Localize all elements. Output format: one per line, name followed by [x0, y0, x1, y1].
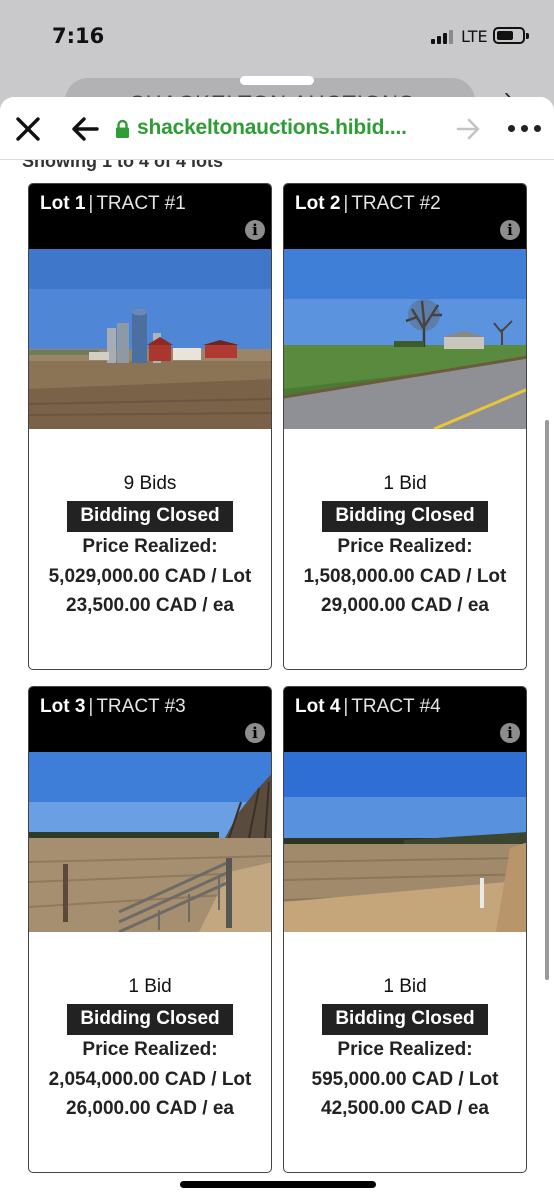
- browser-toolbar: shackeltonauctions.hibid....: [0, 97, 554, 160]
- page-content: Showing 1 to 4 of 4 lots Lot 1 | TRACT #1 …: [0, 160, 554, 1200]
- lot-tract: TRACT #4: [351, 696, 441, 717]
- lock-icon: [116, 119, 129, 138]
- lot-number: Lot 4: [295, 696, 341, 717]
- home-indicator[interactable]: [180, 1181, 376, 1188]
- bid-count[interactable]: 1 Bid: [284, 976, 526, 998]
- lot-tract: TRACT #1: [96, 193, 186, 214]
- status-badge: Bidding Closed: [322, 1004, 488, 1035]
- info-icon[interactable]: i: [245, 723, 265, 743]
- signal-icon: [431, 28, 455, 44]
- lot-title-separator: |: [88, 696, 94, 717]
- price-label: Price Realized:: [337, 1039, 473, 1060]
- close-icon[interactable]: [14, 115, 42, 143]
- status-badge: Bidding Closed: [322, 501, 488, 532]
- status-badge: Bidding Closed: [67, 501, 233, 532]
- scrollbar[interactable]: [545, 420, 549, 980]
- price-per-lot: 595,000.00 CAD / Lot: [311, 1069, 499, 1090]
- url-bar[interactable]: shackeltonauctions.hibid....: [137, 116, 407, 140]
- browser-sheet: shackeltonauctions.hibid.... Showing 1 t…: [0, 97, 554, 1200]
- price-label: Price Realized:: [337, 536, 473, 557]
- lot-card[interactable]: Lot 4 | TRACT #4 i 1 Bid Bidding Closed …: [283, 686, 527, 1173]
- lot-header: Lot 4 | TRACT #4 i: [284, 687, 526, 752]
- lot-card[interactable]: Lot 2 | TRACT #2 i 1 Bid Bidding Closed …: [283, 183, 527, 670]
- lot-photo[interactable]: [29, 752, 271, 932]
- price-per-each: 23,500.00 CAD / ea: [66, 595, 234, 616]
- lot-title[interactable]: Lot 3 | TRACT #3: [40, 696, 186, 718]
- price-per-each: 42,500.00 CAD / ea: [321, 1098, 489, 1119]
- lot-number: Lot 1: [40, 193, 86, 214]
- lot-header: Lot 3 | TRACT #3 i: [29, 687, 271, 752]
- info-icon[interactable]: i: [500, 220, 520, 240]
- status-bar: 7:16 LTE: [0, 0, 554, 72]
- price-per-lot: 1,508,000.00 CAD / Lot: [303, 566, 507, 587]
- network-label: LTE: [461, 27, 488, 46]
- price-label: Price Realized:: [82, 1039, 218, 1060]
- lot-title[interactable]: Lot 2 | TRACT #2: [295, 193, 441, 215]
- lot-header: Lot 2 | TRACT #2 i: [284, 184, 526, 249]
- status-badge: Bidding Closed: [67, 1004, 233, 1035]
- info-icon[interactable]: i: [500, 723, 520, 743]
- status-time: 7:16: [52, 24, 105, 48]
- lot-header: Lot 1 | TRACT #1 i: [29, 184, 271, 249]
- back-arrow-icon[interactable]: [70, 115, 100, 143]
- lot-photo[interactable]: [284, 249, 526, 429]
- lot-title-separator: |: [343, 193, 349, 214]
- lot-tract: TRACT #3: [96, 696, 186, 717]
- lot-number: Lot 2: [295, 193, 341, 214]
- bid-count[interactable]: 1 Bid: [29, 976, 271, 998]
- sheet-grabber[interactable]: [240, 76, 314, 85]
- price-per-each: 26,000.00 CAD / ea: [66, 1098, 234, 1119]
- results-count: Showing 1 to 4 of 4 lots: [22, 160, 224, 171]
- info-icon[interactable]: i: [245, 220, 265, 240]
- price-per-lot: 2,054,000.00 CAD / Lot: [48, 1069, 252, 1090]
- bid-count[interactable]: 1 Bid: [284, 473, 526, 495]
- more-icon[interactable]: [508, 125, 542, 133]
- lot-title[interactable]: Lot 4 | TRACT #4: [295, 696, 441, 718]
- price-per-lot: 5,029,000.00 CAD / Lot: [48, 566, 252, 587]
- lot-title-separator: |: [88, 193, 94, 214]
- bid-count[interactable]: 9 Bids: [29, 473, 271, 495]
- forward-arrow-icon[interactable]: [456, 117, 482, 141]
- price-per-each: 29,000.00 CAD / ea: [321, 595, 489, 616]
- lot-card[interactable]: Lot 1 | TRACT #1 i 9 Bids Bidding Closed…: [28, 183, 272, 670]
- lot-title-separator: |: [343, 696, 349, 717]
- lot-title[interactable]: Lot 1 | TRACT #1: [40, 193, 186, 215]
- lot-card[interactable]: Lot 3 | TRACT #3 i 1 Bid Bidding Closed …: [28, 686, 272, 1173]
- battery-icon: [493, 27, 529, 44]
- lot-photo[interactable]: [29, 249, 271, 429]
- lot-photo[interactable]: [284, 752, 526, 932]
- price-label: Price Realized:: [82, 536, 218, 557]
- lot-number: Lot 3: [40, 696, 86, 717]
- lot-tract: TRACT #2: [351, 193, 441, 214]
